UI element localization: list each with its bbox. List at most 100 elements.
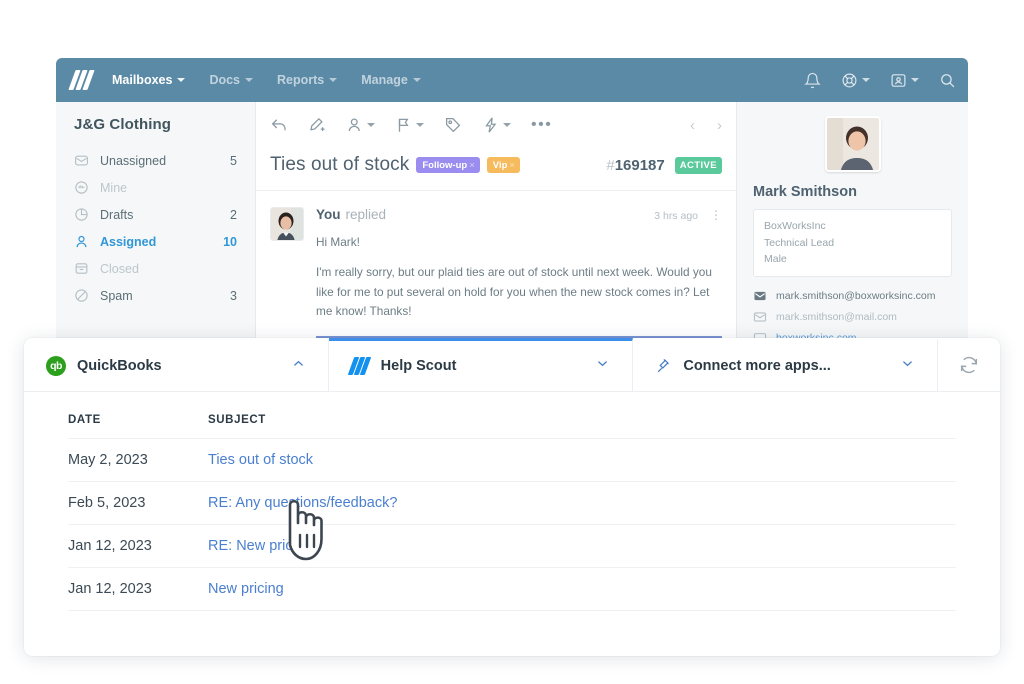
nav-item-manage[interactable]: Manage (361, 73, 421, 87)
cell-date: Jan 12, 2023 (68, 581, 152, 597)
nav-item-docs[interactable]: Docs (209, 73, 254, 87)
chevron-down-icon (503, 123, 511, 127)
tag-follow-up[interactable]: Follow-up × (416, 157, 480, 173)
message-action: replied (345, 207, 387, 222)
message-body: I'm really sorry, but our plaid ties are… (316, 265, 712, 319)
envelope-icon (753, 310, 767, 324)
cell-subject-link[interactable]: RE: New pricing? (208, 538, 320, 554)
conversation-number: #169187 (606, 157, 664, 174)
sidebar-item-mine[interactable]: Mine (56, 174, 255, 201)
sidebar-item-unassigned[interactable]: Unassigned 5 (56, 147, 255, 174)
sidebar-item-label: Spam (100, 288, 133, 303)
cell-date: Jan 12, 2023 (68, 538, 152, 554)
sidebar-item-count: 2 (230, 207, 237, 222)
avatar (270, 207, 304, 241)
hash-symbol: # (606, 156, 615, 174)
customer-website[interactable]: boxworksinc.com (753, 331, 952, 338)
message-content: You replied 3 hrs ago ⋮ Hi Mark! I'm rea… (316, 207, 722, 322)
tag-vip[interactable]: Vip × (486, 157, 520, 173)
table-row[interactable]: Jan 12, 2023 New pricing (68, 567, 956, 610)
table-row[interactable]: Jan 12, 2023 RE: New pricing? (68, 524, 956, 567)
message-greeting: Hi Mark! (316, 235, 360, 249)
message-author: You (316, 207, 341, 222)
conversation-header: Ties out of stock Follow-up × Vip × #16918… (256, 148, 736, 191)
cell-date: May 2, 2023 (68, 452, 148, 468)
table-row[interactable]: May 2, 2023 Ties out of stock (68, 438, 956, 481)
cell-date: Feb 5, 2023 (68, 495, 146, 511)
previous-conversation-button[interactable]: ‹ (690, 117, 695, 134)
hand-icon (74, 180, 90, 196)
user-account-icon[interactable] (890, 72, 919, 89)
table-row[interactable]: Feb 5, 2023 RE: Any questions/feedback? (68, 481, 956, 524)
reply-icon[interactable] (270, 116, 288, 134)
add-note-icon[interactable] (308, 116, 326, 134)
sidebar-item-count: 10 (223, 234, 237, 249)
customer-name: Mark Smithson (753, 184, 857, 200)
sidebar-item-count: 3 (230, 288, 237, 303)
apps-panel: qb QuickBooks Help Scout Connect more ap… (24, 338, 1000, 656)
sidebar-item-spam[interactable]: Spam 3 (56, 282, 255, 309)
column-header-date: DATE (68, 414, 101, 426)
bell-icon[interactable] (804, 72, 821, 89)
apps-tab-bar: qb QuickBooks Help Scout Connect more ap… (24, 338, 1000, 392)
chevron-down-icon (911, 78, 919, 82)
chevron-up-icon[interactable] (291, 356, 306, 376)
tab-quickbooks[interactable]: qb QuickBooks (24, 338, 329, 391)
refresh-icon[interactable] (938, 338, 1000, 391)
customer-email-primary[interactable]: mark.smithson@boxworksinc.com (753, 289, 952, 303)
customer-company: BoxWorksInc (764, 220, 826, 232)
message-block: You replied 3 hrs ago ⋮ Hi Mark! I'm rea… (256, 191, 736, 322)
remove-tag-icon[interactable]: × (509, 160, 515, 171)
chevron-down-icon[interactable] (595, 356, 610, 376)
lifebuoy-help-icon[interactable] (841, 72, 870, 89)
remove-tag-icon[interactable]: × (469, 160, 475, 171)
drafts-icon (74, 207, 90, 223)
conversation-number-value: 169187 (614, 156, 665, 174)
window-body: J&G Clothing Unassigned 5 Mine Drafts 2 (56, 102, 968, 338)
sidebar-item-closed[interactable]: Closed (56, 255, 255, 282)
customer-job-title: Technical Lead (764, 236, 835, 249)
workflow-bolt-icon[interactable] (482, 116, 511, 134)
tab-help-scout[interactable]: Help Scout (328, 338, 634, 391)
tag-icon[interactable] (444, 116, 462, 134)
cell-subject-link[interactable]: New pricing (208, 581, 284, 597)
ban-icon (74, 288, 90, 304)
nav-label: Docs (209, 73, 241, 87)
nav-label: Manage (361, 73, 408, 87)
table-bottom-divider (68, 610, 956, 611)
flag-status-icon[interactable] (395, 116, 424, 134)
nav-item-mailboxes[interactable]: Mailboxes (112, 73, 186, 87)
more-options-icon[interactable]: ••• (531, 117, 552, 133)
next-conversation-button[interactable]: › (717, 117, 722, 134)
help-scout-logo (347, 357, 371, 375)
customer-avatar (824, 116, 881, 172)
status-badge: ACTIVE (674, 156, 722, 174)
assign-user-icon[interactable] (346, 116, 375, 134)
sidebar-item-label: Unassigned (100, 153, 167, 168)
conversation-pane: ••• ‹ › Ties out of stock Follow-up × Vip… (256, 102, 968, 338)
nav-label: Reports (277, 73, 325, 87)
tab-label: Connect more apps... (683, 358, 831, 374)
tag-label: Follow-up (422, 159, 468, 171)
message-options-icon[interactable]: ⋮ (710, 209, 722, 221)
sidebar-item-label: Assigned (100, 234, 157, 249)
cell-subject-link[interactable]: RE: Any questions/feedback? (208, 495, 397, 511)
nav-item-reports[interactable]: Reports (277, 73, 338, 87)
sidebar-item-assigned[interactable]: Assigned 10 (56, 228, 255, 255)
tab-connect-more-apps[interactable]: Connect more apps... (633, 338, 939, 391)
sidebar-item-drafts[interactable]: Drafts 2 (56, 201, 255, 228)
chevron-down-icon[interactable] (900, 356, 915, 376)
message-meta: You replied 3 hrs ago ⋮ (316, 207, 722, 222)
cell-subject-link[interactable]: Ties out of stock (208, 452, 313, 468)
envelope-icon (74, 153, 90, 169)
customer-panel: Mark Smithson BoxWorksInc Technical Lead… (736, 102, 968, 338)
top-navigation-bar: Mailboxes Docs Reports Manage (56, 58, 968, 102)
table-header: DATE SUBJECT (68, 392, 956, 438)
monitor-icon (753, 331, 767, 338)
search-icon[interactable] (939, 72, 956, 89)
customer-gender: Male (764, 253, 787, 266)
person-icon (74, 234, 90, 250)
chevron-down-icon (177, 78, 186, 82)
customer-email-secondary[interactable]: mark.smithson@mail.com (753, 310, 952, 324)
chevron-down-icon (416, 123, 424, 127)
